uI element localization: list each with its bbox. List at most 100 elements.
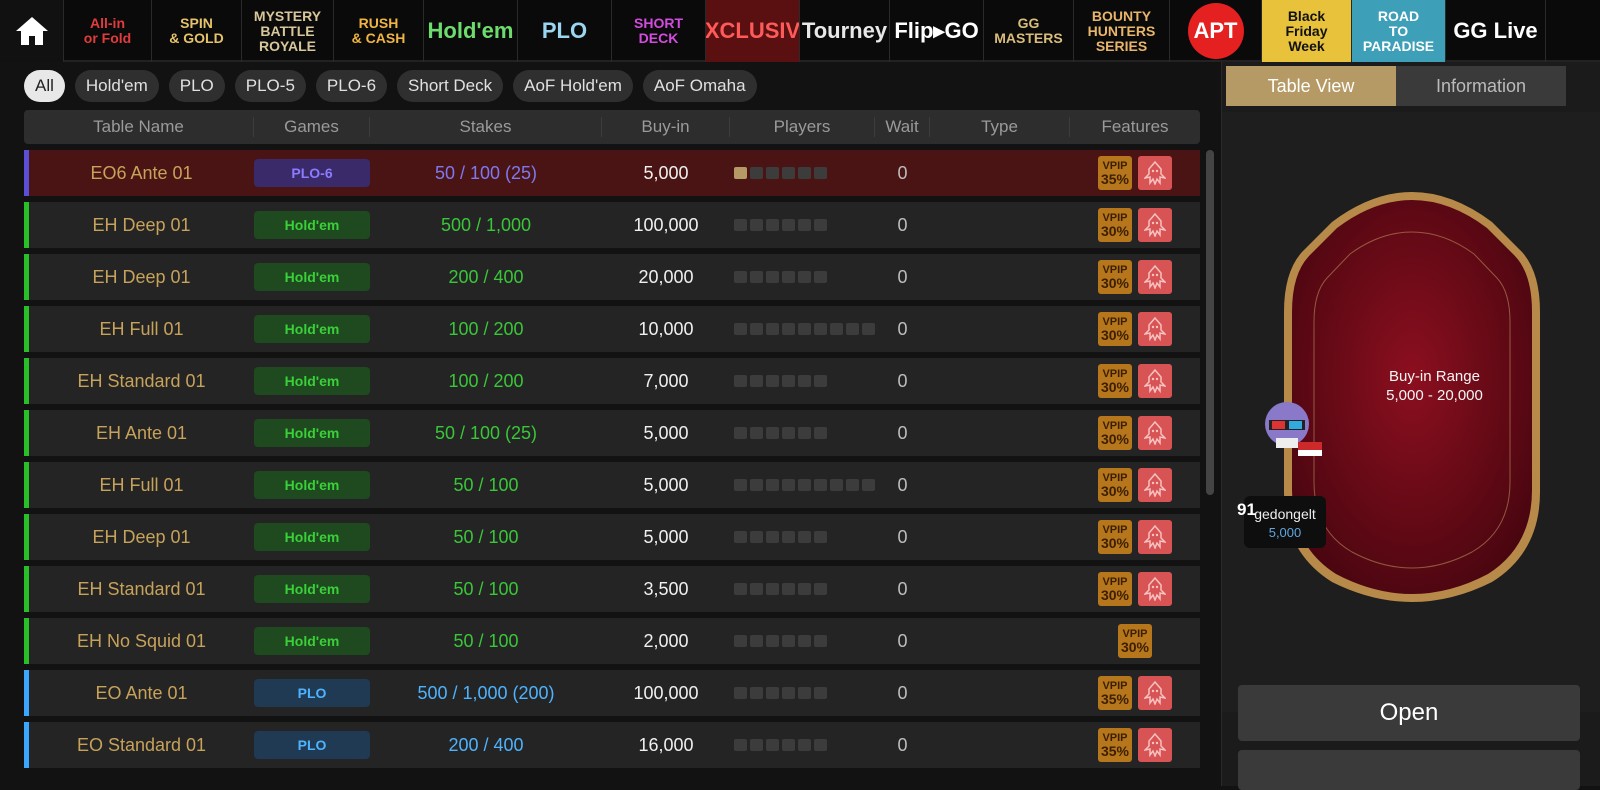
table-row[interactable]: EH Ante 01 Hold'em 50 / 100 (25) 5,000 0 VPIP… (24, 410, 1200, 456)
filter-chip[interactable]: PLO-6 (315, 70, 388, 102)
filter-chip[interactable]: AoF Hold'em (513, 70, 633, 102)
table-row[interactable]: EH Deep 01 Hold'em 50 / 100 5,000 0 VPIP 30% (24, 514, 1200, 560)
col-stakes[interactable]: Stakes (370, 117, 602, 137)
game-tab-label: ROAD (1377, 7, 1420, 24)
col-games[interactable]: Games (254, 117, 370, 137)
table-row[interactable]: EH No Squid 01 Hold'em 50 / 100 2,000 0 VPIP 3… (24, 618, 1200, 664)
seat-indicator (734, 167, 747, 179)
vpip-value: 35% (1100, 743, 1130, 759)
buyin: 7,000 (643, 370, 689, 391)
squid-icon (1138, 156, 1172, 190)
table-row[interactable]: EH Full 01 Hold'em 100 / 200 10,000 0 VPIP 30% (24, 306, 1200, 352)
game-tab-7[interactable]: EXCLUSIVE (706, 0, 800, 62)
seat-indicator (782, 167, 795, 179)
game-tab-12[interactable]: APT (1170, 0, 1262, 62)
filter-chip[interactable]: Short Deck (397, 70, 504, 102)
seat-indicator (750, 739, 763, 751)
table-row[interactable]: EO Standard 01 PLO 200 / 400 16,000 0 VPIP 35% (24, 722, 1200, 768)
seat-indicator (734, 219, 747, 231)
seat-indicator (782, 375, 795, 387)
col-players[interactable]: Players (730, 117, 875, 137)
seat-indicator (782, 583, 795, 595)
col-features[interactable]: Features (1070, 117, 1200, 137)
game-tab-3[interactable]: RUSH & CASH (334, 0, 424, 62)
table-name: EH Deep 01 (92, 266, 191, 287)
game-tab-8[interactable]: Tourney (800, 0, 890, 62)
col-wait[interactable]: Wait (875, 117, 930, 137)
features-cell: VPIP 30% (1070, 260, 1200, 294)
stakes: 50 / 100 (453, 578, 519, 599)
game-badge: Hold'em (254, 419, 370, 447)
game-tab-1[interactable]: SPIN & GOLD (152, 0, 242, 62)
table-row[interactable]: EO6 Ante 01 PLO-6 50 / 100 (25) 5,000 0 VPIP 3… (24, 150, 1200, 196)
game-tab-15[interactable]: GG Live (1446, 0, 1546, 62)
tab-information[interactable]: Information (1396, 66, 1566, 106)
filter-chip[interactable]: PLO (168, 70, 225, 102)
buyin: 100,000 (633, 214, 699, 235)
table-row[interactable]: EH Full 01 Hold'em 50 / 100 5,000 0 VPIP 30% (24, 462, 1200, 508)
home-button[interactable] (0, 0, 64, 62)
seat-indicator (798, 687, 811, 699)
game-badge: Hold'em (254, 315, 370, 343)
seat-indicator (814, 479, 827, 491)
join-button[interactable] (1238, 750, 1580, 790)
stakes: 100 / 200 (448, 370, 524, 391)
right-panel: Table View Information Buy-in Range 5,00… (1221, 62, 1600, 790)
game-tab-label: Hold'em (427, 17, 514, 43)
game-tab-label: MASTERS (994, 30, 1063, 46)
table-row[interactable]: EH Standard 01 Hold'em 100 / 200 7,000 0 VPIP… (24, 358, 1200, 404)
game-tab-10[interactable]: GG MASTERS (984, 0, 1074, 62)
table-row[interactable]: EH Deep 01 Hold'em 500 / 1,000 100,000 0 VPIP… (24, 202, 1200, 248)
game-tab-label: BATTLE (260, 22, 315, 39)
seat-indicator (798, 271, 811, 283)
wait-count: 0 (897, 474, 908, 495)
stakes: 500 / 1,000 (200) (417, 682, 555, 703)
table-row[interactable]: EH Deep 01 Hold'em 200 / 400 20,000 0 VPIP 30% (24, 254, 1200, 300)
game-cell: PLO (254, 731, 370, 759)
game-cell: Hold'em (254, 315, 370, 343)
game-tab-9[interactable]: Flip▸GO (890, 0, 984, 62)
game-tab-label: & GOLD (169, 30, 224, 46)
filter-chip[interactable]: Hold'em (74, 70, 159, 102)
features-cell: VPIP 35% (1070, 728, 1200, 762)
game-tab-label: & CASH (351, 30, 406, 46)
seat-indicator (766, 583, 779, 595)
seat-indicator (766, 323, 779, 335)
game-tab-5[interactable]: PLO (518, 0, 612, 62)
game-tab-4[interactable]: Hold'em (424, 0, 518, 62)
table-row[interactable]: EO Ante 01 PLO 500 / 1,000 (200) 100,000 0 VP… (24, 670, 1200, 716)
filter-chip[interactable]: All (24, 70, 65, 102)
seat-indicator (798, 375, 811, 387)
tab-table-view[interactable]: Table View (1226, 66, 1396, 106)
game-badge: Hold'em (254, 523, 370, 551)
col-buyin[interactable]: Buy-in (602, 117, 730, 137)
filter-chip[interactable]: AoF Omaha (642, 70, 757, 102)
buyin: 10,000 (638, 318, 694, 339)
col-table-name[interactable]: Table Name (24, 117, 254, 137)
players-seats (730, 271, 875, 283)
game-tab-2[interactable]: MYSTERY BATTLE ROYALE (242, 0, 334, 62)
seat-indicator (782, 219, 795, 231)
seated-player[interactable] (1238, 392, 1330, 467)
col-type[interactable]: Type (930, 117, 1070, 137)
filter-chip[interactable]: PLO-5 (234, 70, 306, 102)
seat-indicator (750, 687, 763, 699)
stakes: 50 / 100 (453, 474, 519, 495)
game-filter-chips: All Hold'em PLO PLO-5 PLO-6 Short Deck AoF Hol… (24, 70, 757, 102)
features-cell: VPIP 30% (1070, 572, 1200, 606)
table-scrollbar[interactable] (1206, 150, 1214, 495)
game-tab-13[interactable]: Black Friday Week (1262, 0, 1352, 62)
squid-icon (1138, 364, 1172, 398)
vpip-badge: VPIP 30% (1118, 624, 1152, 658)
game-tab-11[interactable]: BOUNTY HUNTERS SERIES (1074, 0, 1170, 62)
game-tab-14[interactable]: ROAD TO PARADISE (1352, 0, 1446, 62)
stakes: 50 / 100 (25) (434, 422, 538, 443)
buyin: 16,000 (638, 734, 694, 755)
table-row[interactable]: EH Standard 01 Hold'em 50 / 100 3,500 0 VPIP 3… (24, 566, 1200, 612)
squid-icon (1138, 260, 1172, 294)
game-tab-0[interactable]: All-in or Fold (64, 0, 152, 62)
table-name: EH Deep 01 (92, 526, 191, 547)
open-button[interactable]: Open (1238, 685, 1580, 741)
game-tab-6[interactable]: SHORT DECK (612, 0, 706, 62)
table-name: EH Full 01 (99, 474, 184, 495)
